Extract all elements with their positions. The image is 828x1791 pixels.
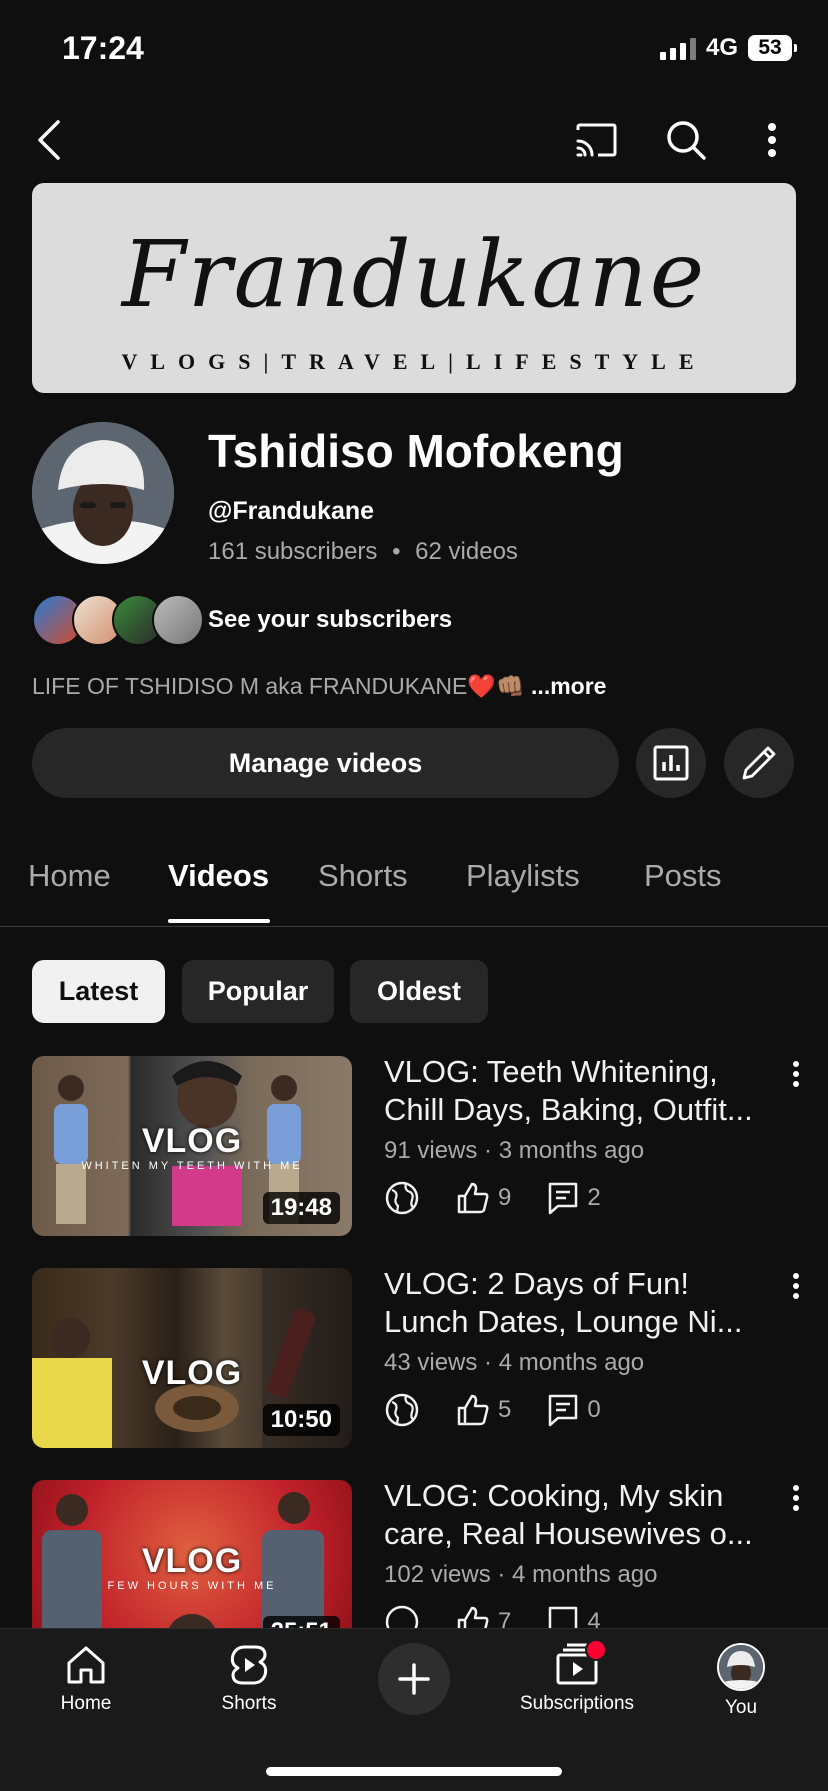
chip-popular[interactable]: Popular	[182, 960, 334, 1023]
thumbnail-title: VLOG	[141, 1542, 243, 1580]
like-icon	[457, 1182, 489, 1214]
cast-icon[interactable]	[570, 116, 622, 164]
see-subscribers-link[interactable]: See your subscribers	[208, 606, 452, 634]
nav-subscriptions-label: Subscriptions	[519, 1693, 635, 1714]
video-meta: 43 views · 4 months ago	[384, 1349, 645, 1376]
thumbnail-title: VLOG	[141, 1122, 243, 1160]
thumbnail-caption: WHITEN MY TEETH WITH ME	[81, 1160, 303, 1172]
video-thumbnail[interactable]: VLOG WHITEN MY TEETH WITH ME 19:48	[32, 1056, 352, 1236]
status-time: 17:24	[62, 30, 144, 66]
subscriber-avatars[interactable]	[32, 594, 204, 646]
subscriber-count: 161 subscribers	[208, 538, 378, 565]
shorts-icon	[230, 1645, 268, 1685]
nav-you[interactable]: You	[671, 1643, 811, 1719]
video-stats: 5 0	[384, 1392, 601, 1428]
tab-posts[interactable]: Posts	[644, 858, 722, 894]
nav-home-label: Home	[60, 1693, 112, 1714]
analytics-button[interactable]	[636, 728, 706, 798]
description-text: LIFE OF TSHIDISO M aka FRANDUKANE	[32, 673, 468, 699]
like-count: 9	[498, 1184, 512, 1211]
description-emoji: ❤️👊🏽	[467, 673, 525, 699]
channel-banner: Frandukane VLOGS|TRAVEL|LIFESTYLE	[32, 183, 796, 393]
create-button[interactable]	[378, 1643, 450, 1715]
active-tab-indicator	[168, 919, 270, 923]
like-count: 5	[498, 1396, 512, 1423]
video-duration: 10:50	[262, 1404, 340, 1436]
bottom-navigation: Home Shorts Subscriptions You	[0, 1628, 828, 1791]
video-title[interactable]: VLOG: Teeth Whitening, Chill Days, Bakin…	[384, 1053, 774, 1129]
network-type: 4G	[705, 34, 738, 61]
video-duration: 19:48	[262, 1192, 340, 1224]
chip-latest[interactable]: Latest	[32, 960, 165, 1023]
subscriber-avatar	[152, 594, 204, 646]
like-icon	[457, 1394, 489, 1426]
tab-shorts[interactable]: Shorts	[318, 858, 408, 894]
nav-you-label: You	[724, 1697, 758, 1718]
public-globe-icon	[385, 1393, 419, 1427]
tab-videos[interactable]: Videos	[168, 858, 269, 894]
notification-dot	[585, 1639, 607, 1661]
back-icon[interactable]	[28, 116, 68, 164]
more-link[interactable]: ...more	[531, 673, 606, 699]
battery-icon: 53	[748, 35, 797, 61]
nav-subscriptions[interactable]: Subscriptions	[507, 1639, 647, 1715]
analytics-icon	[653, 745, 689, 781]
plus-icon	[398, 1663, 430, 1695]
nav-shorts-label: Shorts	[221, 1693, 277, 1714]
manage-videos-button[interactable]: Manage videos	[32, 728, 619, 798]
comment-count: 2	[587, 1184, 601, 1211]
status-indicators: 4G 53	[659, 34, 797, 62]
public-globe-icon	[385, 1181, 419, 1215]
video-stats: 9 2	[384, 1180, 601, 1216]
chip-oldest[interactable]: Oldest	[350, 960, 488, 1023]
signal-icon	[659, 36, 696, 60]
video-options-icon[interactable]	[782, 1272, 810, 1300]
comment-icon	[549, 1182, 578, 1215]
video-thumbnail[interactable]: VLOG 10:50	[32, 1268, 352, 1448]
thumbnail-title: VLOG	[141, 1354, 243, 1392]
channel-handle: @Frandukane	[208, 497, 375, 525]
video-count: 62 videos	[415, 538, 518, 565]
video-meta: 91 views · 3 months ago	[384, 1137, 645, 1164]
channel-tabs: Home Videos Shorts Playlists Posts	[0, 858, 828, 927]
nav-shorts[interactable]: Shorts	[179, 1643, 319, 1715]
video-meta: 102 views · 4 months ago	[384, 1561, 658, 1588]
banner-script-logo: Frandukane	[121, 221, 707, 328]
comment-count: 0	[587, 1396, 601, 1423]
you-avatar-icon	[717, 1643, 765, 1691]
nav-home[interactable]: Home	[16, 1643, 156, 1715]
banner-tagline: VLOGS|TRAVEL|LIFESTYLE	[121, 349, 707, 374]
search-icon[interactable]	[660, 116, 712, 164]
channel-avatar[interactable]	[32, 422, 174, 564]
pencil-icon	[742, 746, 776, 780]
home-icon	[67, 1646, 105, 1684]
video-title[interactable]: VLOG: 2 Days of Fun! Lunch Dates, Lounge…	[384, 1265, 774, 1341]
thumbnail-caption: FEW HOURS WITH ME	[107, 1580, 277, 1592]
channel-name: Tshidiso Mofokeng	[208, 425, 624, 477]
video-options-icon[interactable]	[782, 1484, 810, 1512]
channel-description[interactable]: LIFE OF TSHIDISO M aka FRANDUKANE❤️👊🏽 ..…	[32, 673, 606, 700]
comment-icon	[549, 1394, 578, 1427]
video-options-icon[interactable]	[782, 1060, 810, 1088]
more-options-icon[interactable]	[752, 116, 792, 164]
tab-home[interactable]: Home	[28, 858, 111, 894]
video-title[interactable]: VLOG: Cooking, My skin care, Real Housew…	[384, 1477, 774, 1553]
tab-playlists[interactable]: Playlists	[466, 858, 580, 894]
edit-channel-button[interactable]	[724, 728, 794, 798]
home-indicator	[266, 1767, 562, 1776]
channel-stats: 161 subscribers • 62 videos	[208, 538, 518, 565]
